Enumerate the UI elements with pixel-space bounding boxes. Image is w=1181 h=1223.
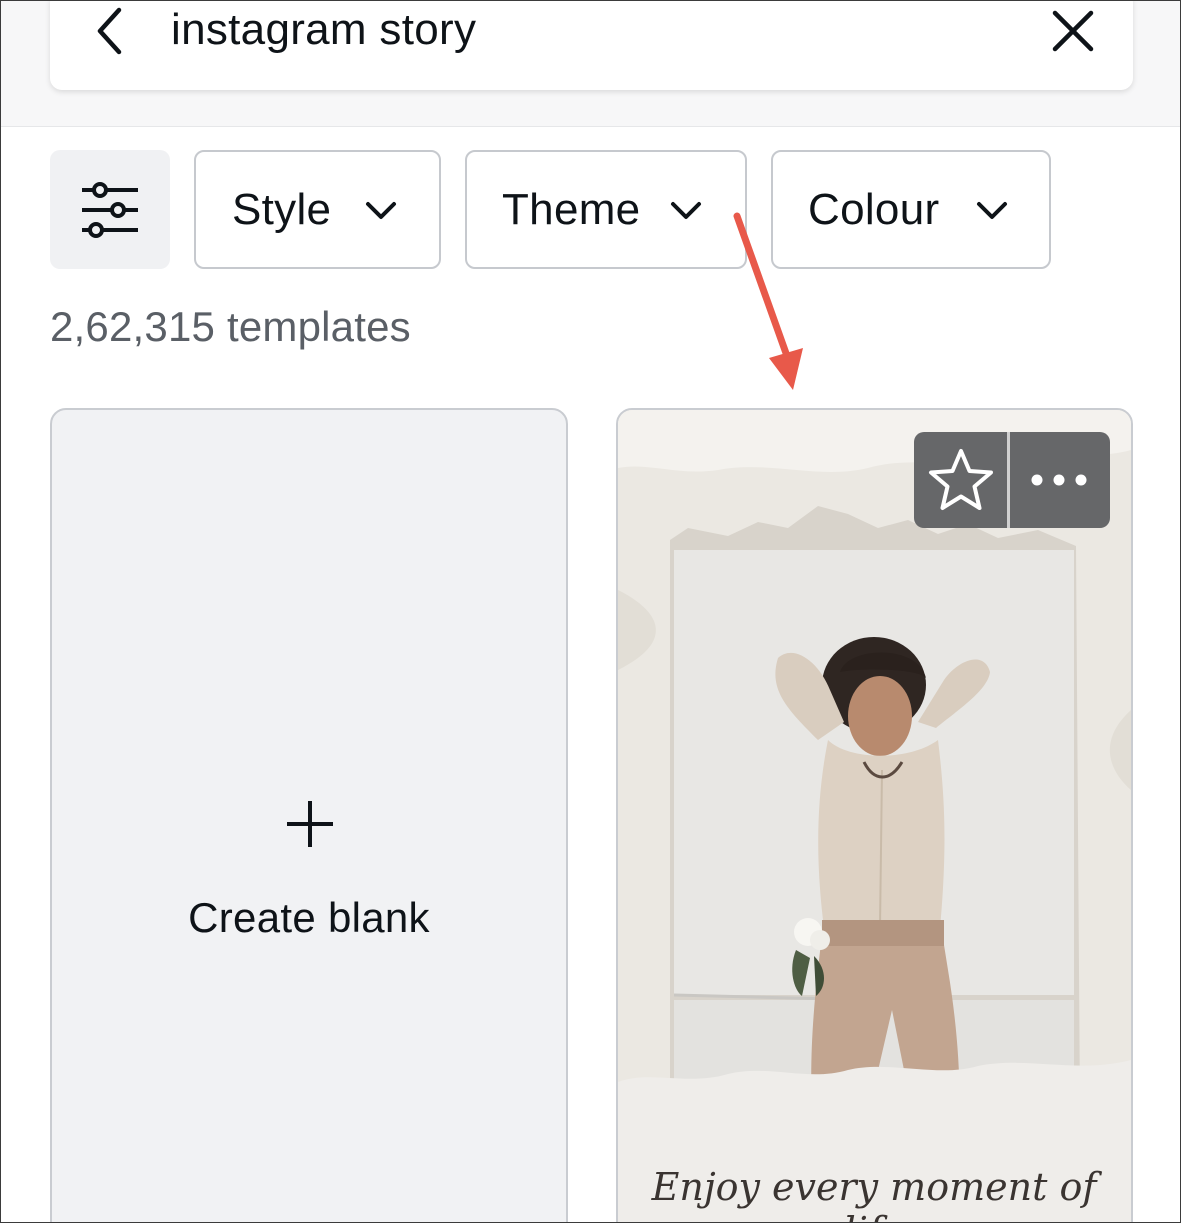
style-filter-dropdown[interactable]: Style xyxy=(194,150,441,269)
colour-filter-dropdown[interactable]: Colour xyxy=(771,150,1051,269)
more-horizontal-icon xyxy=(1031,474,1086,486)
template-card[interactable]: Enjoy every moment of life xyxy=(616,408,1133,1223)
colour-filter-label: Colour xyxy=(808,184,940,234)
create-blank-label: Create blank xyxy=(188,894,430,941)
close-icon xyxy=(1052,10,1094,52)
all-filters-button[interactable] xyxy=(50,150,170,269)
back-button[interactable] xyxy=(87,3,133,59)
theme-filter-dropdown[interactable]: Theme xyxy=(465,150,747,269)
app-frame: instagram story Style Theme Colour 2,62,… xyxy=(0,0,1181,1223)
sliders-icon xyxy=(82,181,138,238)
theme-filter-label: Theme xyxy=(502,184,641,234)
template-thumbnail: Enjoy every moment of life xyxy=(618,410,1131,1223)
search-header: instagram story xyxy=(1,1,1180,127)
chevron-down-icon xyxy=(977,202,1007,219)
chevron-left-icon xyxy=(97,7,122,55)
more-options-button[interactable] xyxy=(1010,432,1107,528)
results-count: 2,62,315 templates xyxy=(50,303,411,350)
favorite-button[interactable] xyxy=(914,432,1010,528)
clear-search-button[interactable] xyxy=(1047,5,1099,57)
template-caption-line1: Enjoy every moment of xyxy=(651,1165,1103,1209)
plus-icon xyxy=(287,801,333,847)
create-blank-card[interactable]: Create blank xyxy=(50,408,568,1222)
chevron-down-icon xyxy=(671,202,701,219)
chevron-down-icon xyxy=(366,202,396,219)
template-caption-line2: life xyxy=(844,1209,905,1223)
star-icon xyxy=(928,449,993,510)
template-action-bar xyxy=(914,432,1110,528)
style-filter-label: Style xyxy=(232,184,332,234)
search-input[interactable]: instagram story xyxy=(171,5,476,55)
